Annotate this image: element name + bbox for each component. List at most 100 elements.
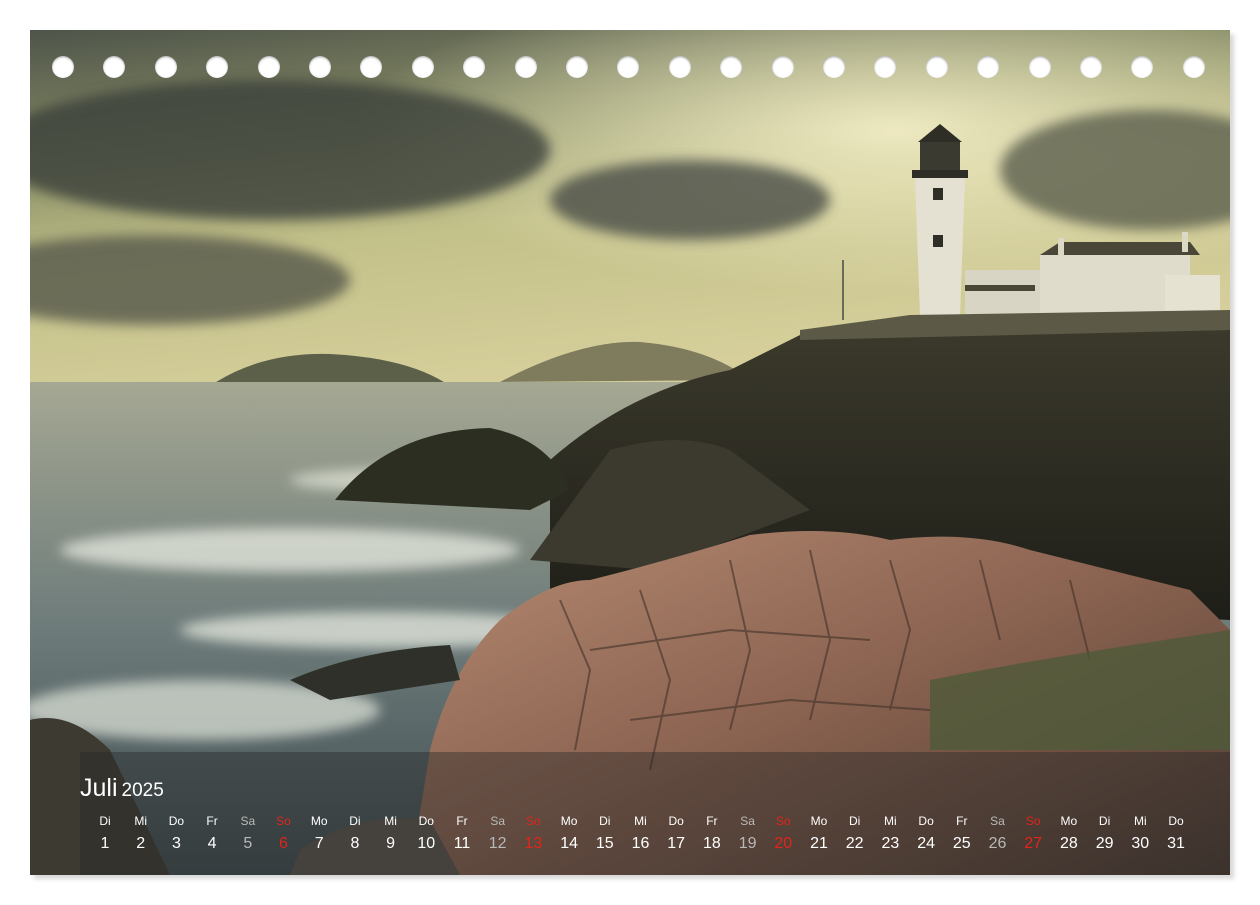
day-number: 2 (136, 835, 146, 852)
day-of-week-label: Do (1168, 814, 1184, 828)
calendar-day: Fr 4 (195, 814, 229, 856)
day-of-week-label: Fr (706, 814, 718, 828)
day-of-week-label: Fr (456, 814, 468, 828)
calendar-photo: Juli 2025 Di 1 Mi 2 Do 3 Fr 4 Sa 5 So 6 Mo 7 Di 8 Mi 9 Do 10… (30, 30, 1230, 875)
day-number: 13 (524, 835, 543, 852)
binding-hole (823, 56, 845, 78)
calendar-day: Sa 26 (981, 814, 1015, 856)
day-number: 17 (667, 835, 686, 852)
calendar-day: So 13 (516, 814, 550, 856)
calendar-day: Sa 12 (481, 814, 515, 856)
day-of-week-label: Di (349, 814, 361, 828)
day-number: 9 (386, 835, 396, 852)
calendar-day: So 27 (1016, 814, 1050, 856)
calendar-day: So 6 (267, 814, 301, 856)
binding-hole (925, 56, 948, 78)
day-number: 4 (207, 835, 217, 852)
day-number: 19 (738, 835, 757, 852)
day-of-week-label: Sa (240, 814, 256, 828)
day-number: 24 (917, 835, 935, 852)
day-of-week-label: Mi (1133, 814, 1147, 828)
day-of-week-label: Do (168, 814, 185, 828)
binding-hole (463, 56, 486, 78)
binding-hole (1028, 56, 1051, 78)
day-of-week-label: Do (668, 814, 684, 828)
calendar-day: Mo 7 (302, 814, 336, 856)
day-number: 23 (881, 835, 900, 852)
calendar-day: Fr 18 (695, 814, 729, 856)
binding-hole (154, 56, 177, 78)
day-of-week-label: Mi (134, 814, 148, 828)
day-number: 7 (314, 835, 324, 852)
calendar-day: Mi 30 (1123, 814, 1157, 856)
month-name: Juli (80, 774, 118, 802)
calendar-day: Mo 28 (1052, 814, 1086, 856)
day-number: 14 (560, 835, 578, 852)
binding-hole (1080, 56, 1102, 78)
calendar-day: Di 1 (88, 814, 122, 856)
day-of-week-label: So (1025, 814, 1041, 828)
day-number: 28 (1059, 835, 1078, 852)
binding-hole (257, 56, 280, 78)
day-of-week-label: Mi (384, 814, 397, 828)
calendar-day: Mi 2 (124, 814, 158, 856)
binding-hole (617, 56, 640, 78)
binding-hole (411, 56, 434, 78)
day-of-week-label: Mo (1060, 814, 1078, 828)
binding-hole (52, 56, 74, 78)
day-number: 22 (845, 835, 864, 852)
day-of-week-label: Fr (956, 814, 968, 828)
calendar-day: Mi 9 (374, 814, 408, 856)
calendar-day: So 20 (766, 814, 800, 856)
binding-hole (360, 56, 383, 78)
binding-hole (771, 56, 794, 78)
day-of-week-label: Sa (990, 814, 1005, 828)
calendar-day: Do 10 (409, 814, 443, 856)
calendar-strip: Juli 2025 Di 1 Mi 2 Do 3 Fr 4 Sa 5 So 6 Mo 7 Di 8 Mi 9 Do 10… (80, 752, 1230, 875)
binding-hole (103, 56, 126, 78)
day-of-week-label: So (775, 814, 791, 828)
day-number: 21 (810, 835, 828, 852)
calendar-day: Di 15 (588, 814, 622, 856)
day-of-week-label: Di (99, 814, 111, 828)
calendar-day: Mi 16 (624, 814, 658, 856)
day-of-week-label: Do (918, 814, 934, 828)
day-grid: Di 1 Mi 2 Do 3 Fr 4 Sa 5 So 6 Mo 7 Di 8 Mi 9 Do 10 Fr 11 Sa 12 S… (99, 814, 1205, 874)
calendar-day: Do 17 (659, 814, 693, 856)
day-of-week-label: So (526, 814, 541, 828)
calendar-day: Mo 21 (802, 814, 836, 856)
binding-hole (1182, 56, 1205, 78)
lighthouse-landscape-image (30, 30, 1230, 875)
binding-hole (514, 56, 537, 78)
binding-hole (874, 56, 897, 78)
day-of-week-label: Di (1098, 814, 1111, 828)
calendar-day: Sa 19 (731, 814, 765, 856)
day-number: 15 (595, 835, 614, 852)
day-number: 31 (1167, 835, 1185, 852)
calendar-day: Sa 5 (231, 814, 265, 856)
calendar-day: Fr 25 (945, 814, 979, 856)
calendar-day: Mo 14 (552, 814, 586, 856)
day-of-week-label: Fr (206, 814, 218, 828)
calendar-day: Di 29 (1088, 814, 1122, 856)
binding-hole (566, 56, 588, 78)
day-of-week-label: Di (599, 814, 611, 828)
calendar-day: Mi 23 (873, 814, 907, 856)
day-of-week-label: Mi (634, 814, 647, 828)
day-number: 6 (279, 835, 288, 852)
calendar-day: Di 22 (838, 814, 872, 856)
day-number: 29 (1095, 835, 1114, 852)
day-of-week-label: So (276, 814, 291, 828)
calendar-day: Do 31 (1159, 814, 1193, 856)
day-of-week-label: Sa (490, 814, 506, 828)
binding-hole (668, 56, 691, 78)
day-of-week-label: Di (849, 814, 861, 828)
day-of-week-label: Mo (560, 814, 578, 828)
month-year: 2025 (121, 780, 164, 801)
day-of-week-label: Mo (810, 814, 828, 828)
binding-hole (977, 56, 1000, 78)
day-of-week-label: Mo (310, 814, 328, 828)
binding-hole (1131, 56, 1154, 78)
calendar-day: Di 8 (338, 814, 372, 856)
day-number: 30 (1131, 835, 1150, 852)
